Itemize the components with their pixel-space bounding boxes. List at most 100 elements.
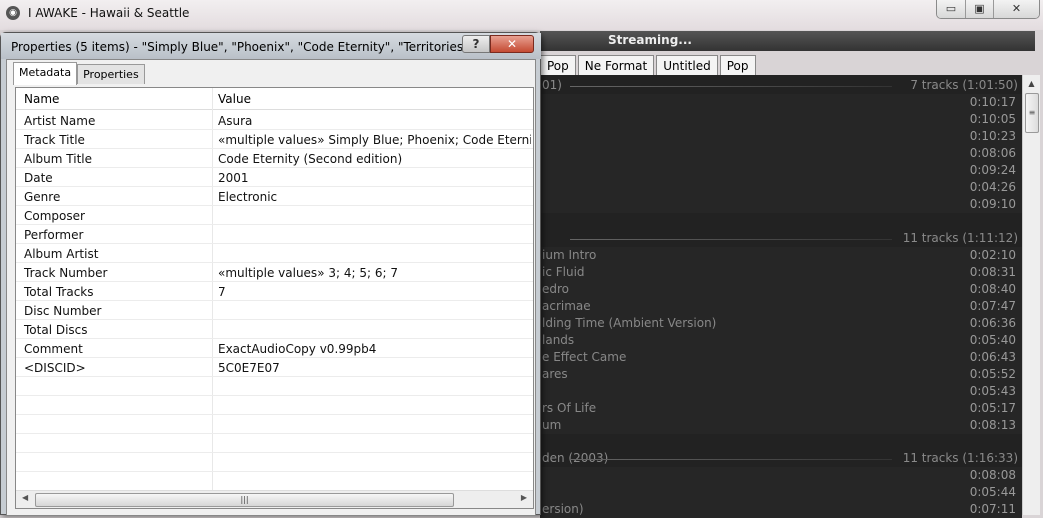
app-icon: ◉ bbox=[6, 6, 20, 20]
track-row[interactable]: ic Fluid 0:08:31 bbox=[540, 264, 1022, 281]
track-row[interactable]: um 0:08:13 bbox=[540, 417, 1022, 434]
table-row[interactable]: Total Discs bbox=[16, 320, 533, 339]
table-row[interactable]: Artist Name Asura bbox=[16, 111, 533, 130]
row-name: Album Title bbox=[24, 152, 92, 166]
track-row[interactable]: 0:10:05 bbox=[540, 111, 1022, 128]
metadata-list[interactable]: Name Value Artist Name Asura Track Title «m… bbox=[15, 87, 534, 509]
track-title: ic Fluid bbox=[542, 265, 585, 279]
table-row[interactable]: Performer bbox=[16, 225, 533, 244]
help-button[interactable]: ? bbox=[462, 35, 490, 53]
track-row[interactable]: acrimae 0:07:47 bbox=[540, 298, 1022, 315]
table-row[interactable]: Track Number «multiple values» 3; 4; 5; 6… bbox=[16, 263, 533, 282]
horizontal-scrollbar[interactable]: ◀ ||| ▶ bbox=[16, 490, 533, 508]
track-duration: 0:09:24 bbox=[969, 163, 1016, 177]
table-row[interactable]: Album Artist bbox=[16, 244, 533, 263]
track-duration: 0:05:40 bbox=[969, 333, 1016, 347]
track-row[interactable]: edro 0:08:40 bbox=[540, 281, 1022, 298]
track-row[interactable]: 0:05:44 bbox=[540, 484, 1022, 501]
track-row[interactable]: 0:09:24 bbox=[540, 162, 1022, 179]
track-duration: 0:05:17 bbox=[969, 401, 1016, 415]
track-duration: 0:08:13 bbox=[969, 418, 1016, 432]
scroll-thumb[interactable]: ≡ bbox=[1025, 93, 1039, 133]
table-row[interactable] bbox=[16, 434, 533, 453]
row-value[interactable]: 7 bbox=[218, 285, 531, 299]
tab-properties[interactable]: Properties bbox=[77, 64, 145, 84]
track-row[interactable]: lding Time (Ambient Version) 0:06:36 bbox=[540, 315, 1022, 332]
scroll-left-arrow-icon[interactable]: ◀ bbox=[22, 493, 28, 502]
track-row[interactable]: 0:08:06 bbox=[540, 145, 1022, 162]
main-window-titlebar: ◉ I AWAKE - Hawaii & Seattle ▭ ▣ ✕ bbox=[0, 0, 1043, 30]
close-window-button[interactable]: ✕ bbox=[993, 0, 1039, 18]
track-title: acrimae bbox=[542, 299, 591, 313]
track-row[interactable]: 0:10:17 bbox=[540, 94, 1022, 111]
table-row[interactable] bbox=[16, 377, 533, 396]
playlist-tab[interactable]: Pop bbox=[719, 55, 756, 76]
row-value[interactable]: ExactAudioCopy v0.99pb4 bbox=[218, 342, 531, 356]
track-duration: 0:06:43 bbox=[969, 350, 1016, 364]
column-header-name[interactable]: Name bbox=[24, 92, 59, 106]
playlist-tab[interactable]: Ne Format bbox=[577, 55, 655, 76]
dialog-close-button[interactable]: ✕ bbox=[490, 35, 534, 53]
table-row[interactable] bbox=[16, 472, 533, 491]
row-name: Composer bbox=[24, 209, 85, 223]
row-name: Total Tracks bbox=[24, 285, 94, 299]
row-name: Track Title bbox=[24, 133, 85, 147]
track-row[interactable]: 0:04:26 bbox=[540, 179, 1022, 196]
row-value[interactable]: Asura bbox=[218, 114, 531, 128]
status-bar: Streaming... bbox=[540, 31, 1035, 51]
maximize-button[interactable]: ▣ bbox=[965, 0, 993, 18]
scroll-right-arrow-icon[interactable]: ▶ bbox=[521, 493, 527, 502]
row-value[interactable]: «multiple values» Simply Blue; Phoenix; … bbox=[218, 133, 531, 147]
minimize-button[interactable]: ▭ bbox=[937, 0, 965, 18]
table-row[interactable]: Comment ExactAudioCopy v0.99pb4 bbox=[16, 339, 533, 358]
track-row[interactable]: ares 0:05:52 bbox=[540, 366, 1022, 383]
main-window-title: I AWAKE - Hawaii & Seattle bbox=[28, 6, 190, 20]
table-row[interactable]: Genre Electronic bbox=[16, 187, 533, 206]
table-row[interactable]: Disc Number bbox=[16, 301, 533, 320]
track-duration: 0:08:06 bbox=[969, 146, 1016, 160]
table-row[interactable] bbox=[16, 415, 533, 434]
track-row[interactable]: ersion) 0:07:11 bbox=[540, 501, 1022, 518]
row-value[interactable]: Electronic bbox=[218, 190, 531, 204]
track-row[interactable]: 0:10:23 bbox=[540, 128, 1022, 145]
track-title: ersion) bbox=[542, 502, 584, 516]
row-name: Total Discs bbox=[24, 323, 88, 337]
track-row[interactable]: e Effect Came 0:06:43 bbox=[540, 349, 1022, 366]
dialog-titlebar: Properties (5 items) - "Simply Blue", "P… bbox=[1, 33, 541, 59]
playlist-view[interactable]: 01) 7 tracks (1:01:50) 0:10:17 0:10:05 0:10:… bbox=[540, 75, 1022, 518]
row-value[interactable]: 2001 bbox=[218, 171, 531, 185]
row-value[interactable]: «multiple values» 3; 4; 5; 6; 7 bbox=[218, 266, 531, 280]
track-title: lding Time (Ambient Version) bbox=[542, 316, 717, 330]
group-divider bbox=[570, 239, 892, 240]
table-row[interactable]: Album Title Code Eternity (Second edition… bbox=[16, 149, 533, 168]
track-duration: 0:07:47 bbox=[969, 299, 1016, 313]
scroll-up-arrow-icon[interactable]: ▲ bbox=[1023, 75, 1040, 92]
playlist-scrollbar[interactable]: ▲ ≡ bbox=[1022, 75, 1040, 515]
row-name: Performer bbox=[24, 228, 84, 242]
table-row[interactable]: Total Tracks 7 bbox=[16, 282, 533, 301]
table-row[interactable] bbox=[16, 396, 533, 415]
row-value[interactable]: 5C0E7E07 bbox=[218, 361, 531, 375]
row-value[interactable]: Code Eternity (Second edition) bbox=[218, 152, 531, 166]
row-name: Date bbox=[24, 171, 53, 185]
track-row[interactable]: ium Intro 0:02:10 bbox=[540, 247, 1022, 264]
playlist-tab[interactable]: Untitled bbox=[656, 55, 718, 76]
track-row[interactable]: 0:08:08 bbox=[540, 467, 1022, 484]
track-row[interactable]: lands 0:05:40 bbox=[540, 332, 1022, 349]
table-row[interactable]: Composer bbox=[16, 206, 533, 225]
table-row[interactable]: <DISCID> 5C0E7E07 bbox=[16, 358, 533, 377]
column-header-value[interactable]: Value bbox=[218, 92, 251, 106]
tab-metadata[interactable]: Metadata bbox=[13, 62, 78, 85]
track-row[interactable]: 0:05:43 bbox=[540, 383, 1022, 400]
scroll-thumb[interactable]: ||| bbox=[35, 493, 454, 507]
track-title: e Effect Came bbox=[542, 350, 627, 364]
table-row[interactable]: Date 2001 bbox=[16, 168, 533, 187]
table-row[interactable] bbox=[16, 453, 533, 472]
track-row[interactable]: 0:09:10 bbox=[540, 196, 1022, 213]
table-row[interactable]: Track Title «multiple values» Simply Blue… bbox=[16, 130, 533, 149]
playlist-tab[interactable]: Pop bbox=[540, 55, 576, 76]
track-row[interactable]: rs Of Life 0:05:17 bbox=[540, 400, 1022, 417]
list-header: Name Value bbox=[16, 88, 533, 110]
row-name: Comment bbox=[24, 342, 83, 356]
row-name: <DISCID> bbox=[24, 361, 86, 375]
